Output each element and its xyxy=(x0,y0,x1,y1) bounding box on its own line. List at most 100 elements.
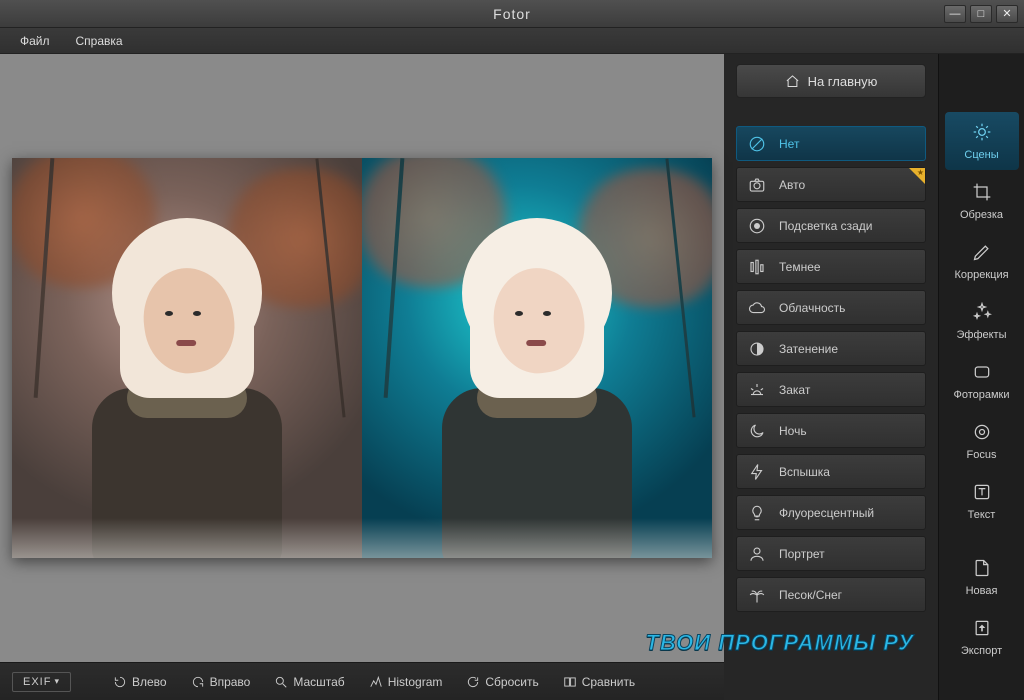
bottom-toolbar: EXIF ▾ Влево Вправо Масштаб Histogram Сброси… xyxy=(0,662,724,700)
frames-icon xyxy=(972,362,992,385)
rail-label: Текст xyxy=(968,509,996,521)
scene-cloudy[interactable]: Облачность xyxy=(736,290,926,325)
exif-button[interactable]: EXIF ▾ xyxy=(12,672,71,692)
scene-label: Вспышка xyxy=(779,465,830,479)
rail-label: Коррекция xyxy=(954,269,1008,281)
ban-icon xyxy=(747,134,767,154)
scene-label: Закат xyxy=(779,383,810,397)
scene-flash[interactable]: Вспышка xyxy=(736,454,926,489)
rail-label: Сцены xyxy=(964,149,998,161)
canvas-viewport[interactable] xyxy=(0,54,724,662)
rail-text[interactable]: Текст xyxy=(945,472,1019,530)
image-after xyxy=(362,158,712,558)
scene-auto[interactable]: Авто xyxy=(736,167,926,202)
scene-none[interactable]: Нет xyxy=(736,126,926,161)
app-title: Fotor xyxy=(0,6,1024,22)
toolbar-rot-right[interactable]: Вправо xyxy=(183,671,259,693)
export-icon xyxy=(972,618,992,641)
scene-label: Флуоресцентный xyxy=(779,506,874,520)
scene-label: Песок/Снег xyxy=(779,588,842,602)
rail-focus[interactable]: Focus xyxy=(945,412,1019,470)
menu-file[interactable]: Файл xyxy=(10,30,60,52)
crop-icon xyxy=(972,182,992,205)
user-icon xyxy=(747,544,767,564)
focus-icon xyxy=(972,422,992,445)
window-controls: — □ ✕ xyxy=(944,5,1018,23)
scene-label: Нет xyxy=(779,137,799,151)
shade-icon xyxy=(747,339,767,359)
rail-effects[interactable]: Эффекты xyxy=(945,292,1019,350)
star-badge-icon xyxy=(909,168,925,184)
spot-icon xyxy=(747,216,767,236)
scene-label: Темнее xyxy=(779,260,821,274)
rail-label: Focus xyxy=(967,449,997,461)
toolbar-histogram[interactable]: Histogram xyxy=(361,671,451,693)
camera-icon xyxy=(747,175,767,195)
rail-label: Обрезка xyxy=(960,209,1003,221)
close-button[interactable]: ✕ xyxy=(996,5,1018,23)
moon-icon xyxy=(747,421,767,441)
toolbar-compare[interactable]: Сравнить xyxy=(555,671,643,693)
scene-darken[interactable]: Темнее xyxy=(736,249,926,284)
rail-label: Новая xyxy=(966,585,998,597)
toolbar-label: Histogram xyxy=(388,675,443,689)
titlebar: Fotor — □ ✕ xyxy=(0,0,1024,28)
rail-correct[interactable]: Коррекция xyxy=(945,232,1019,290)
sunset-icon xyxy=(747,380,767,400)
palm-icon xyxy=(747,585,767,605)
canvas-area: EXIF ▾ Влево Вправо Масштаб Histogram Сброси… xyxy=(0,54,724,700)
scene-sand-snow[interactable]: Песок/Снег xyxy=(736,577,926,612)
scene-label: Портрет xyxy=(779,547,825,561)
bulb-icon xyxy=(747,503,767,523)
rail-label: Фоторамки xyxy=(953,389,1009,401)
toolbar-label: Сбросить xyxy=(485,675,538,689)
home-label: На главную xyxy=(808,74,878,89)
rail-export[interactable]: Экспорт xyxy=(945,608,1019,666)
text-icon xyxy=(972,482,992,505)
effects-icon xyxy=(972,302,992,325)
scene-portrait[interactable]: Портрет xyxy=(736,536,926,571)
scene-night[interactable]: Ночь xyxy=(736,413,926,448)
bolt-icon xyxy=(747,462,767,482)
minimize-button[interactable]: — xyxy=(944,5,966,23)
rail-label: Экспорт xyxy=(961,645,1002,657)
rail-crop[interactable]: Обрезка xyxy=(945,172,1019,230)
scene-fluorescent[interactable]: Флуоресцентный xyxy=(736,495,926,530)
right-panel: На главную Нет Авто Подсветка сзади Темн… xyxy=(724,54,1024,700)
scene-list[interactable]: Нет Авто Подсветка сзади Темнее Облачнос… xyxy=(724,126,938,700)
cloud-icon xyxy=(747,298,767,318)
menu-help[interactable]: Справка xyxy=(66,30,133,52)
menubar: Файл Справка xyxy=(0,28,1024,54)
main-area: EXIF ▾ Влево Вправо Масштаб Histogram Сброси… xyxy=(0,54,1024,700)
compare-image xyxy=(12,158,712,558)
scenes-icon xyxy=(972,122,992,145)
correct-icon xyxy=(972,242,992,265)
scene-backlit[interactable]: Подсветка сзади xyxy=(736,208,926,243)
toolbar-reset[interactable]: Сбросить xyxy=(458,671,546,693)
rail-label: Эффекты xyxy=(956,329,1006,341)
scene-shade[interactable]: Затенение xyxy=(736,331,926,366)
rail-new[interactable]: Новая xyxy=(945,548,1019,606)
scene-label: Авто xyxy=(779,178,805,192)
eq-icon xyxy=(747,257,767,277)
toolbar-label: Вправо xyxy=(210,675,251,689)
toolbar-rot-left[interactable]: Влево xyxy=(105,671,175,693)
tool-rail: Сцены Обрезка Коррекция Эффекты Фоторамки Foc… xyxy=(938,54,1024,700)
scene-label: Подсветка сзади xyxy=(779,219,872,233)
exif-label: EXIF xyxy=(23,676,51,688)
new-icon xyxy=(972,558,992,581)
toolbar-zoom[interactable]: Масштаб xyxy=(266,671,352,693)
home-button[interactable]: На главную xyxy=(736,64,926,98)
image-before xyxy=(12,158,362,558)
toolbar-label: Масштаб xyxy=(293,675,344,689)
scene-label: Затенение xyxy=(779,342,838,356)
scene-sunset[interactable]: Закат xyxy=(736,372,926,407)
rail-frames[interactable]: Фоторамки xyxy=(945,352,1019,410)
toolbar-label: Влево xyxy=(132,675,167,689)
rail-scenes[interactable]: Сцены xyxy=(945,112,1019,170)
scene-label: Облачность xyxy=(779,301,845,315)
toolbar-label: Сравнить xyxy=(582,675,635,689)
home-icon xyxy=(785,74,800,89)
maximize-button[interactable]: □ xyxy=(970,5,992,23)
dropdown-icon: ▾ xyxy=(54,676,60,687)
